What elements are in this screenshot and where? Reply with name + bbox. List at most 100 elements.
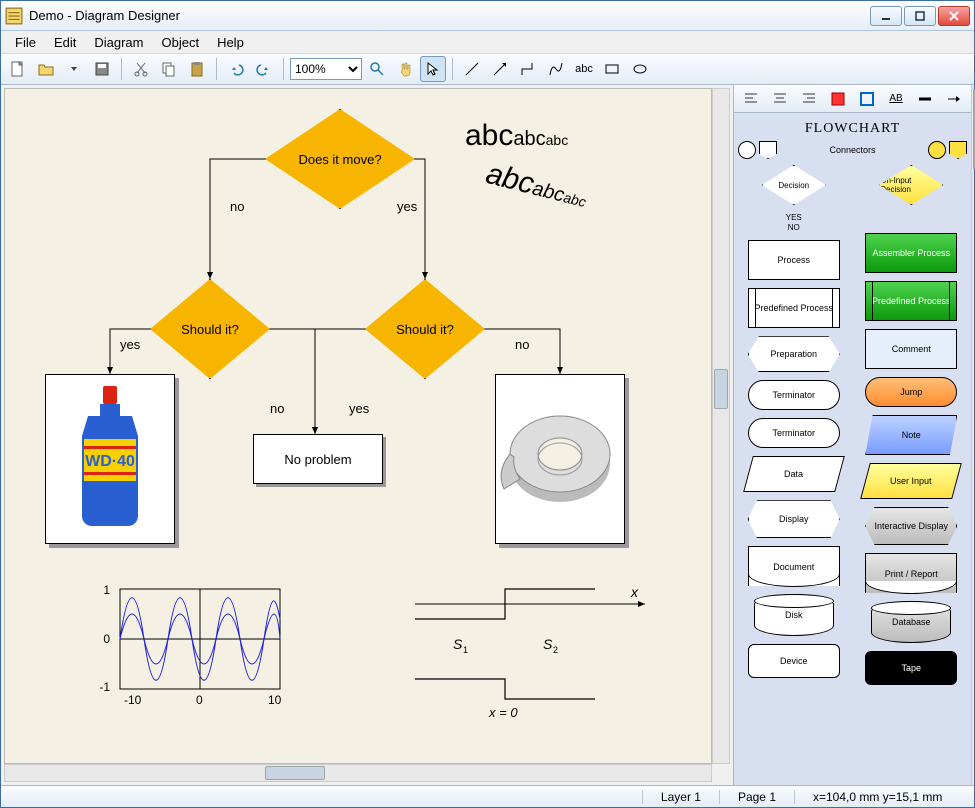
- shape-interactive-display[interactable]: Interactive Display: [865, 507, 957, 545]
- align-center-icon[interactable]: [767, 86, 793, 112]
- svg-text:x: x: [630, 584, 639, 600]
- shape-user-input[interactable]: User Input: [860, 463, 962, 499]
- zoom-icon[interactable]: [364, 56, 390, 82]
- shape-terminator-2[interactable]: Terminator: [748, 418, 840, 448]
- shape-disk[interactable]: Disk: [754, 594, 834, 636]
- shape-data[interactable]: Data: [743, 456, 845, 492]
- cut-button[interactable]: [128, 56, 154, 82]
- menu-edit[interactable]: Edit: [46, 33, 84, 52]
- menu-object[interactable]: Object: [153, 33, 207, 52]
- text-sample-straight[interactable]: abcabcabc: [465, 119, 568, 153]
- svg-text:S: S: [543, 636, 553, 652]
- image-duct-tape[interactable]: [495, 374, 625, 544]
- shape-on-input-decision[interactable]: On-Input Decision: [879, 165, 943, 205]
- ellipse-tool[interactable]: [627, 56, 653, 82]
- open-button[interactable]: [33, 56, 59, 82]
- separator: [216, 58, 217, 80]
- connectors-label: Connectors: [829, 145, 875, 155]
- edge-label-no: no: [270, 401, 284, 416]
- shape-jump[interactable]: Jump: [865, 377, 957, 407]
- connector-circle[interactable]: [738, 141, 756, 159]
- connector-pentagon[interactable]: [759, 141, 777, 159]
- shape-database[interactable]: Database: [871, 601, 951, 643]
- scrollbar-thumb[interactable]: [265, 766, 325, 780]
- redo-button[interactable]: [251, 56, 277, 82]
- separator: [121, 58, 122, 80]
- shape-predefined-process[interactable]: Predefined Process: [748, 288, 840, 328]
- text-tool[interactable]: abc: [571, 56, 597, 82]
- decision-should-it-right[interactable]: Should it?: [365, 279, 485, 379]
- decision-does-it-move[interactable]: Does it move?: [265, 109, 415, 209]
- menu-help[interactable]: Help: [209, 33, 252, 52]
- separator: [452, 58, 453, 80]
- maximize-button[interactable]: [904, 6, 936, 26]
- minimize-button[interactable]: [870, 6, 902, 26]
- undo-button[interactable]: [223, 56, 249, 82]
- text-sample-rotated[interactable]: abcabcabc: [482, 157, 590, 215]
- line-color-icon[interactable]: [854, 86, 880, 112]
- paste-button[interactable]: [184, 56, 210, 82]
- svg-text:1: 1: [463, 645, 468, 655]
- shape-print-report[interactable]: Print / Report: [865, 553, 957, 593]
- chart-sine[interactable]: 1 0 -1 -10 0 10: [90, 579, 290, 719]
- shape-document[interactable]: Document: [748, 546, 840, 586]
- decision-label: Does it move?: [298, 152, 381, 167]
- edge-label-no: no: [515, 337, 529, 352]
- align-right-icon[interactable]: [796, 86, 822, 112]
- horizontal-scrollbar[interactable]: [4, 764, 712, 782]
- connector-pentagon-filled[interactable]: [949, 141, 967, 159]
- diagram-signal[interactable]: x S1 S2 x = 0: [405, 579, 665, 719]
- separator: [283, 58, 284, 80]
- image-wd40[interactable]: WD·40: [45, 374, 175, 544]
- svg-text:S: S: [453, 636, 463, 652]
- canvas[interactable]: Does it move? Should it? Should it? no y…: [4, 88, 712, 764]
- connector-tool[interactable]: [515, 56, 541, 82]
- curve-tool[interactable]: [543, 56, 569, 82]
- shape-predefined-process-2[interactable]: Predefined Process: [865, 281, 957, 321]
- open-dropdown[interactable]: [61, 56, 87, 82]
- shape-assembler-process[interactable]: Assembler Process: [865, 233, 957, 273]
- edge-label-yes: yes: [397, 199, 417, 214]
- copy-button[interactable]: [156, 56, 182, 82]
- scrollbar-thumb[interactable]: [714, 369, 728, 409]
- shape-device[interactable]: Device: [748, 644, 840, 678]
- align-left-icon[interactable]: [738, 86, 764, 112]
- zoom-select[interactable]: 100%: [290, 58, 362, 80]
- rect-tool[interactable]: [599, 56, 625, 82]
- menu-file[interactable]: File: [7, 33, 44, 52]
- line-tool[interactable]: [459, 56, 485, 82]
- shape-tape[interactable]: Tape: [865, 651, 957, 685]
- shape-note[interactable]: Note: [865, 415, 957, 455]
- connector-circle-filled[interactable]: [928, 141, 946, 159]
- process-no-problem[interactable]: No problem: [253, 434, 383, 484]
- pointer-icon[interactable]: [420, 56, 446, 82]
- shape-comment[interactable]: Comment: [865, 329, 957, 369]
- window-title: Demo - Diagram Designer: [29, 8, 870, 23]
- svg-text:0: 0: [196, 693, 203, 707]
- shape-process[interactable]: Process: [748, 240, 840, 280]
- decision-label: Should it?: [396, 322, 454, 337]
- menu-diagram[interactable]: Diagram: [86, 33, 151, 52]
- shape-preparation[interactable]: Preparation: [748, 336, 840, 372]
- arrow-tool[interactable]: [487, 56, 513, 82]
- fill-color-icon[interactable]: [825, 86, 851, 112]
- save-button[interactable]: [89, 56, 115, 82]
- close-button[interactable]: [938, 6, 970, 26]
- text-format-icon[interactable]: AB: [883, 86, 909, 112]
- arrow-style-icon[interactable]: [941, 86, 967, 112]
- status-layer[interactable]: Layer 1: [642, 790, 719, 804]
- svg-text:10: 10: [268, 693, 282, 707]
- line-style-icon[interactable]: [912, 86, 938, 112]
- pan-icon[interactable]: [392, 56, 418, 82]
- shape-display[interactable]: Display: [748, 500, 840, 538]
- palette-scrollbar[interactable]: [971, 85, 974, 785]
- edge-label-yes: yes: [120, 337, 140, 352]
- vertical-scrollbar[interactable]: [712, 88, 730, 764]
- decision-should-it-left[interactable]: Should it?: [150, 279, 270, 379]
- shape-terminator[interactable]: Terminator: [748, 380, 840, 410]
- svg-text:x = 0: x = 0: [488, 705, 518, 719]
- new-button[interactable]: [5, 56, 31, 82]
- status-page[interactable]: Page 1: [719, 790, 794, 804]
- shape-decision[interactable]: Decision: [762, 165, 826, 205]
- process-label: No problem: [284, 452, 351, 467]
